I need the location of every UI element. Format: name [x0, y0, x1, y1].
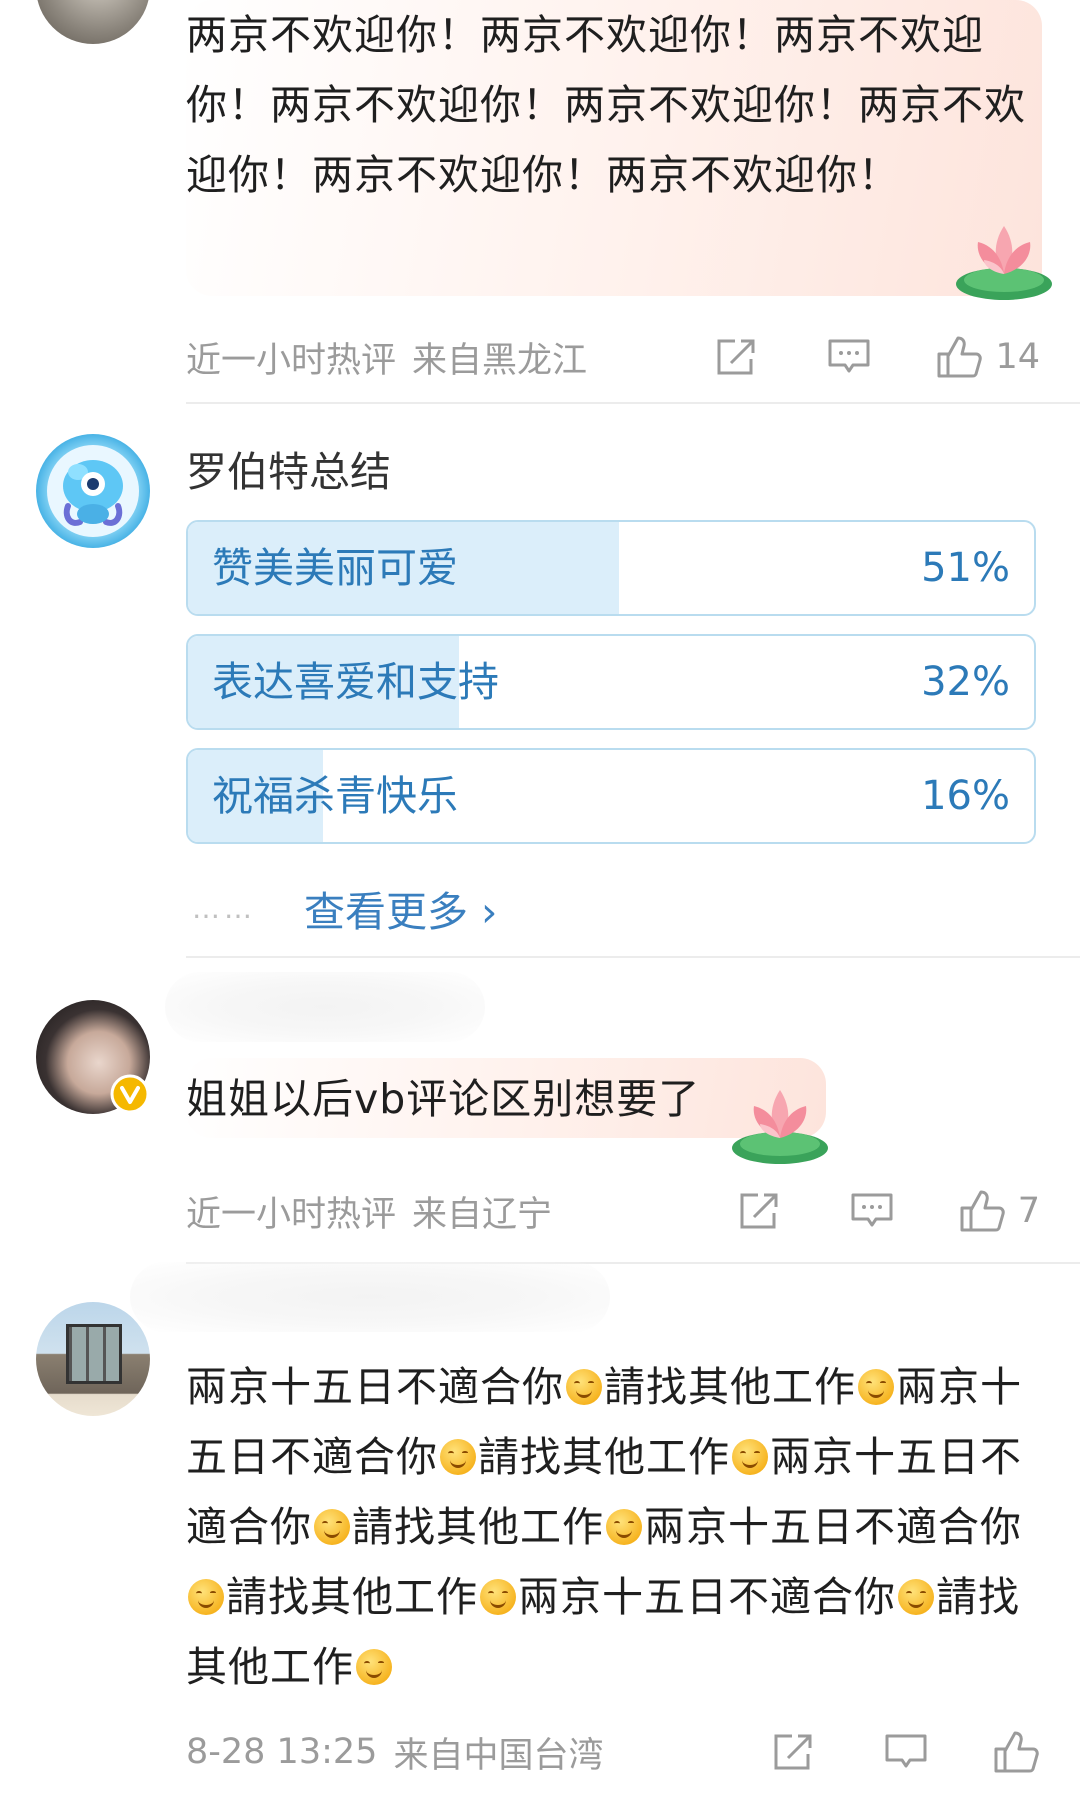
comment-button[interactable] [880, 1727, 932, 1777]
text-segment: 請找其他工作 [478, 1433, 730, 1481]
text-segment: 兩京十五日不適合你 [644, 1503, 1022, 1551]
divider [186, 402, 1080, 404]
poll-option-label: 表达喜爱和支持 [212, 658, 499, 706]
poll-option-percent: 51% [921, 545, 1010, 591]
thumbs-up-icon [937, 336, 983, 378]
share-icon [774, 1734, 812, 1770]
poll-option[interactable]: 祝福杀青快乐 16% [186, 748, 1036, 844]
smiling-face-emoji [898, 1579, 934, 1615]
share-button[interactable] [768, 1727, 820, 1777]
like-button[interactable]: 7 [958, 1188, 1040, 1234]
text-segment: 請找其他工作 [352, 1503, 604, 1551]
smiling-face-emoji [566, 1369, 602, 1405]
ellipsis-dots: …… [192, 891, 256, 925]
chevron-right-icon: › [481, 888, 498, 936]
smiling-face-emoji [356, 1649, 392, 1685]
comment-meta: 近一小时热评 来自黑龙江 14 [186, 332, 1040, 382]
poll-option-percent: 32% [921, 659, 1010, 705]
comment-text: 姐姐以后vb评论区别想要了 [186, 1075, 701, 1123]
comment-actions: 7 [674, 1186, 1040, 1236]
thumbs-up-icon [994, 1731, 1039, 1773]
comment-text: 兩京十五日不適合你 請找其他工作 兩京十五日不適合你 請找其他工作 兩京十五日不適合你請… [186, 1352, 1040, 1702]
share-icon [740, 1193, 778, 1229]
comment-icon [885, 1734, 927, 1768]
comment-time: 近一小时热评 [186, 340, 397, 381]
comment-actions [708, 1727, 1040, 1777]
comment-icon [828, 339, 870, 373]
like-count: 14 [995, 337, 1040, 377]
avatar[interactable] [36, 1302, 150, 1416]
like-count: 7 [1017, 1191, 1040, 1231]
comment-actions: 14 [651, 332, 1040, 382]
comment-icon [851, 1193, 893, 1227]
view-more-label: 查看更多 [304, 888, 468, 936]
share-icon [717, 339, 755, 375]
smiling-face-emoji [188, 1579, 224, 1615]
username-redacted [130, 1262, 610, 1332]
robot-avatar[interactable] [36, 434, 150, 548]
comment-meta: 近一小时热评 来自辽宁 7 [186, 1186, 1040, 1236]
username-redacted [165, 972, 485, 1042]
comment-text: 两京不欢迎你！两京不欢迎你！两京不欢迎你！两京不欢迎你！两京不欢迎你！两京不欢迎… [186, 11, 1026, 199]
comment-time: 8-28 13:25 [186, 1732, 378, 1772]
poll-option-label: 赞美美丽可爱 [212, 544, 458, 592]
thumbs-up-icon [960, 1190, 1005, 1232]
robot-mascot-icon [47, 445, 139, 537]
smiling-face-emoji [606, 1509, 642, 1545]
divider [186, 956, 1080, 958]
comment-meta: 8-28 13:25 来自中国台湾 [186, 1727, 1040, 1777]
poll-option-label: 祝福杀青快乐 [212, 772, 458, 820]
verified-badge-icon [110, 1074, 150, 1114]
comment-button[interactable] [823, 332, 875, 382]
smiling-face-emoji [480, 1579, 516, 1615]
avatar-building-shape [66, 1324, 122, 1384]
smiling-face-emoji [732, 1439, 768, 1475]
comment-time: 近一小时热评 [186, 1194, 397, 1235]
text-segment: 兩京十五日不適合你 [186, 1363, 564, 1411]
smiling-face-emoji [858, 1369, 894, 1405]
view-more-row: …… 查看更多 › [192, 878, 497, 938]
text-segment: 兩京十五日不適合你 [518, 1573, 896, 1621]
smiling-face-emoji [314, 1509, 350, 1545]
text-segment: 請找其他工作 [604, 1363, 856, 1411]
share-button[interactable] [711, 332, 763, 382]
like-button[interactable] [992, 1729, 1040, 1775]
text-segment: 請找其他工作 [226, 1573, 478, 1621]
poll-title: 罗伯特总结 [186, 448, 391, 496]
lotus-icon [732, 1090, 828, 1164]
smiling-face-emoji [440, 1439, 476, 1475]
like-button[interactable]: 14 [935, 334, 1040, 380]
poll-option[interactable]: 表达喜爱和支持 32% [186, 634, 1036, 730]
comment-button[interactable] [846, 1186, 898, 1236]
share-button[interactable] [734, 1186, 786, 1236]
view-more-link[interactable]: 查看更多 › [304, 878, 497, 938]
comment-location: 来自黑龙江 [412, 340, 588, 381]
lotus-icon [956, 226, 1052, 300]
comment-location: 来自辽宁 [412, 1194, 553, 1235]
avatar[interactable] [36, 0, 150, 44]
poll-option[interactable]: 赞美美丽可爱 51% [186, 520, 1036, 616]
poll-option-percent: 16% [921, 773, 1010, 819]
comment-location: 来自中国台湾 [393, 1735, 604, 1776]
